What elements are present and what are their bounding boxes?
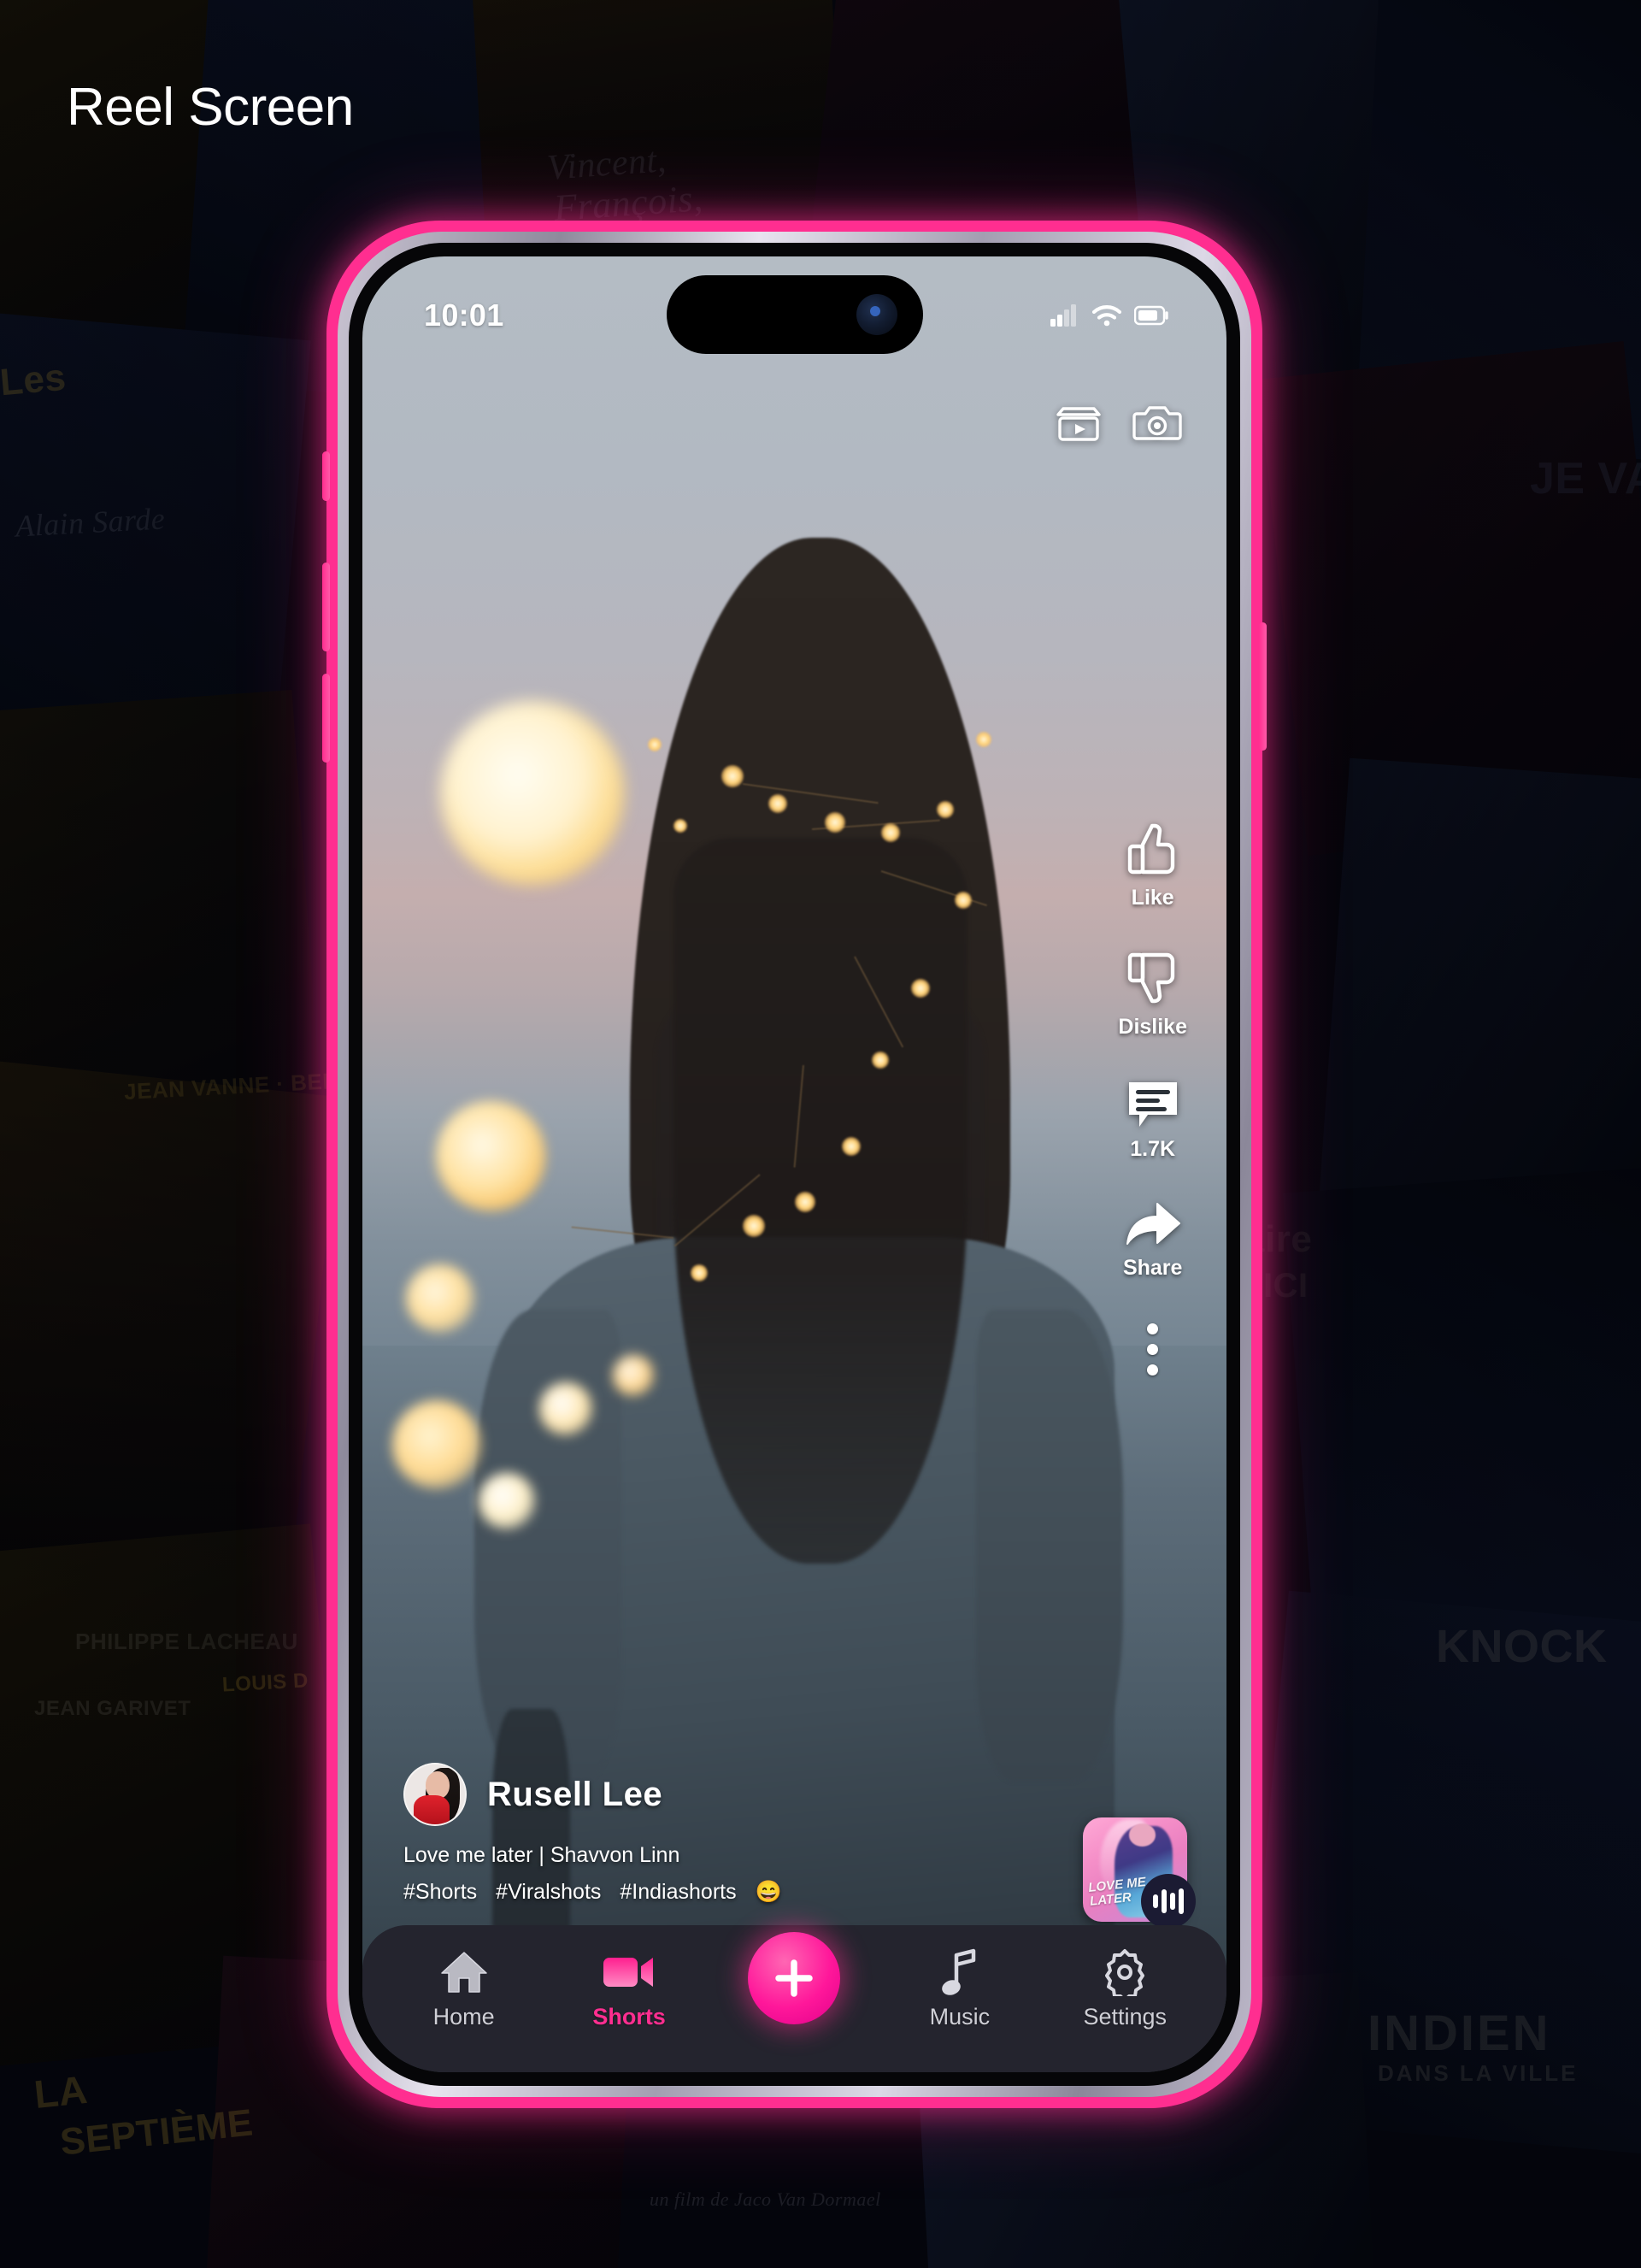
battery-icon	[1134, 305, 1168, 326]
wifi-icon	[1092, 305, 1121, 327]
photo-sun	[439, 701, 624, 886]
thumbs-down-icon	[1122, 948, 1184, 1008]
photo-subject-sleeve-right	[975, 1309, 1123, 1782]
video-icon	[602, 1946, 656, 1999]
signal-bars-icon	[1050, 304, 1076, 327]
reel-user-row[interactable]: Rusell Lee	[403, 1763, 1019, 1826]
add-button-wrapper	[730, 1932, 858, 2024]
hashtag[interactable]: #Viralshots	[496, 1880, 601, 1905]
dislike-label: Dislike	[1118, 1015, 1187, 1039]
reel-top-actions	[1054, 400, 1182, 446]
like-button[interactable]: Like	[1122, 819, 1184, 910]
share-arrow-icon	[1123, 1199, 1183, 1249]
camera-icon[interactable]	[1132, 401, 1182, 445]
like-label: Like	[1131, 886, 1174, 910]
more-vertical-icon	[1147, 1323, 1159, 1376]
nav-item-settings[interactable]: Settings	[1061, 1946, 1189, 2030]
nav-label-music: Music	[929, 2004, 991, 2029]
phone-power-button[interactable]	[1259, 622, 1267, 751]
nav-label-home: Home	[432, 2004, 495, 2029]
fairy-light	[954, 892, 972, 910]
page-title: Reel Screen	[67, 78, 354, 137]
fairy-light	[824, 811, 845, 833]
fairy-light	[647, 737, 662, 751]
thumbs-up-icon	[1122, 819, 1184, 879]
nav-label-shorts: Shorts	[592, 2004, 666, 2029]
comment-button[interactable]: 1.7K	[1124, 1077, 1182, 1162]
bokeh-light	[539, 1381, 593, 1435]
reel-hashtags: #Shorts #Viralshots #Indiashorts 😄	[403, 1880, 1019, 1905]
media-library-icon[interactable]	[1054, 400, 1103, 446]
share-label: Share	[1122, 1256, 1183, 1280]
add-reel-button[interactable]	[748, 1932, 841, 2024]
comment-count: 1.7K	[1130, 1137, 1176, 1161]
status-time: 10:01	[424, 297, 504, 333]
dynamic-island	[666, 275, 923, 354]
phone-volume-up-button[interactable]	[322, 563, 330, 651]
hashtag[interactable]: #Shorts	[403, 1880, 477, 1905]
fairy-light	[880, 822, 900, 842]
phone-mockup: 10:01 Like Dislike 1.7K Share Rusell Lee…	[322, 221, 1267, 2108]
hashtag-emoji: 😄	[755, 1880, 782, 1904]
fairy-light	[691, 1264, 709, 1281]
nav-item-music[interactable]: Music	[896, 1946, 1024, 2030]
phone-screen[interactable]: 10:01 Like Dislike 1.7K Share Rusell Lee…	[362, 256, 1226, 2072]
home-icon	[439, 1946, 489, 1999]
bokeh-light	[613, 1355, 655, 1397]
reel-action-rail: Like Dislike 1.7K Share	[1118, 819, 1187, 1376]
gear-icon	[1101, 1946, 1149, 1999]
front-camera-icon	[856, 294, 897, 335]
status-icons	[1050, 304, 1170, 327]
fairy-light	[768, 793, 788, 813]
reel-info-panel: Rusell Lee Love me later | Shavvon Linn …	[403, 1763, 1019, 1905]
nav-item-shorts[interactable]: Shorts	[565, 1946, 693, 2030]
fairy-light	[721, 764, 744, 787]
plus-icon	[775, 1959, 814, 1997]
reel-song-title[interactable]: Love me later | Shavvon Linn	[403, 1843, 1019, 1868]
comment-icon	[1124, 1077, 1182, 1130]
bokeh-light	[435, 1100, 545, 1211]
dislike-button[interactable]: Dislike	[1118, 948, 1187, 1040]
bokeh-light	[405, 1264, 474, 1333]
photo-subject-hair-front	[673, 837, 968, 1564]
bottom-navigation-bar: Home Shorts Music Settings	[362, 1925, 1226, 2072]
avatar[interactable]	[403, 1763, 467, 1826]
music-note-icon	[941, 1946, 979, 1999]
phone-volume-down-button[interactable]	[322, 674, 330, 763]
reel-username[interactable]: Rusell Lee	[487, 1776, 662, 1814]
hashtag[interactable]: #Indiashorts	[620, 1880, 736, 1905]
audio-wave-icon[interactable]	[1141, 1874, 1196, 1929]
nav-item-home[interactable]: Home	[400, 1946, 528, 2030]
nav-label-settings: Settings	[1083, 2004, 1168, 2029]
more-options-button[interactable]	[1147, 1318, 1159, 1376]
bokeh-light	[392, 1400, 482, 1490]
avatar-dress	[414, 1795, 450, 1824]
share-button[interactable]: Share	[1123, 1199, 1183, 1281]
fairy-light	[794, 1191, 815, 1212]
phone-silent-switch[interactable]	[322, 451, 330, 501]
